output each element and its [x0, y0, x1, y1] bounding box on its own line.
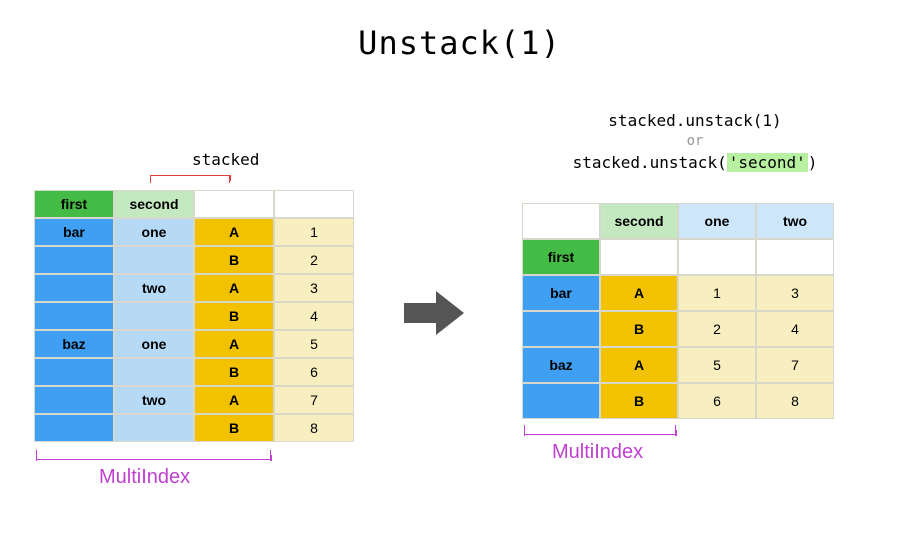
r-two: 3: [756, 275, 834, 311]
left-multiindex-bracket-icon: [36, 450, 271, 460]
l-value: 3: [274, 274, 354, 302]
l-value: 5: [274, 330, 354, 358]
code-example: stacked.unstack(1) or stacked.unstack('s…: [525, 110, 865, 174]
stacked-bracket-icon: [150, 175, 230, 183]
l-letter: A: [194, 330, 274, 358]
r-hdr-blank: [522, 203, 600, 239]
l-first: [34, 386, 114, 414]
hdr-first: first: [34, 190, 114, 218]
l-value: 7: [274, 386, 354, 414]
l-letter: B: [194, 358, 274, 386]
right-multiindex-label: MultiIndex: [552, 441, 643, 464]
code-line-2c: ): [808, 153, 818, 172]
l-first: [34, 274, 114, 302]
l-first: bar: [34, 218, 114, 246]
l-second: one: [114, 218, 194, 246]
r-hdr-blank: [600, 239, 678, 275]
r-two: 8: [756, 383, 834, 419]
code-or: or: [525, 132, 865, 152]
page-title: Unstack(1): [0, 0, 919, 62]
l-first: [34, 246, 114, 274]
left-multiindex-label: MultiIndex: [99, 466, 190, 489]
l-second: two: [114, 274, 194, 302]
r-first: [522, 383, 600, 419]
stacked-table-wrap: stacked first second bar one A 1 B 2 two…: [34, 190, 354, 442]
r-letter: A: [600, 347, 678, 383]
hdr-second: second: [114, 190, 194, 218]
arrow-right-icon: [400, 285, 470, 341]
r-letter: B: [600, 383, 678, 419]
r-one: 2: [678, 311, 756, 347]
l-second: one: [114, 330, 194, 358]
r-hdr-blank: [678, 239, 756, 275]
l-first: [34, 302, 114, 330]
r-hdr-two: two: [756, 203, 834, 239]
right-multiindex-bracket-icon: [524, 425, 676, 435]
l-value: 6: [274, 358, 354, 386]
code-line-2a: stacked.unstack(: [573, 153, 727, 172]
l-letter: A: [194, 274, 274, 302]
r-hdr-one: one: [678, 203, 756, 239]
l-first: [34, 358, 114, 386]
r-hdr-first: first: [522, 239, 600, 275]
l-letter: A: [194, 218, 274, 246]
r-two: 7: [756, 347, 834, 383]
l-letter: B: [194, 246, 274, 274]
r-letter: B: [600, 311, 678, 347]
r-hdr-second: second: [600, 203, 678, 239]
l-second: [114, 414, 194, 442]
hdr-blank1: [194, 190, 274, 218]
l-second: two: [114, 386, 194, 414]
stacked-label: stacked: [192, 150, 259, 169]
r-hdr-blank: [756, 239, 834, 275]
unstacked-table-wrap: second one two first bar A 1 3 B 2 4 baz…: [522, 203, 834, 419]
r-letter: A: [600, 275, 678, 311]
l-letter: B: [194, 302, 274, 330]
l-second: [114, 302, 194, 330]
r-one: 5: [678, 347, 756, 383]
code-highlight: 'second': [727, 153, 808, 172]
l-value: 2: [274, 246, 354, 274]
l-first: baz: [34, 330, 114, 358]
l-value: 1: [274, 218, 354, 246]
l-first: [34, 414, 114, 442]
code-line-2: stacked.unstack('second'): [525, 152, 865, 174]
r-first: baz: [522, 347, 600, 383]
l-second: [114, 358, 194, 386]
r-first: bar: [522, 275, 600, 311]
l-value: 4: [274, 302, 354, 330]
code-line-1: stacked.unstack(1): [525, 110, 865, 132]
r-one: 6: [678, 383, 756, 419]
hdr-blank2: [274, 190, 354, 218]
r-one: 1: [678, 275, 756, 311]
r-first: [522, 311, 600, 347]
r-two: 4: [756, 311, 834, 347]
l-value: 8: [274, 414, 354, 442]
l-letter: A: [194, 386, 274, 414]
stacked-table: first second bar one A 1 B 2 two A 3 B 4…: [34, 190, 354, 442]
l-second: [114, 246, 194, 274]
unstacked-table: second one two first bar A 1 3 B 2 4 baz…: [522, 203, 834, 419]
diagram-stage: stacked.unstack(1) or stacked.unstack('s…: [0, 155, 919, 515]
l-letter: B: [194, 414, 274, 442]
